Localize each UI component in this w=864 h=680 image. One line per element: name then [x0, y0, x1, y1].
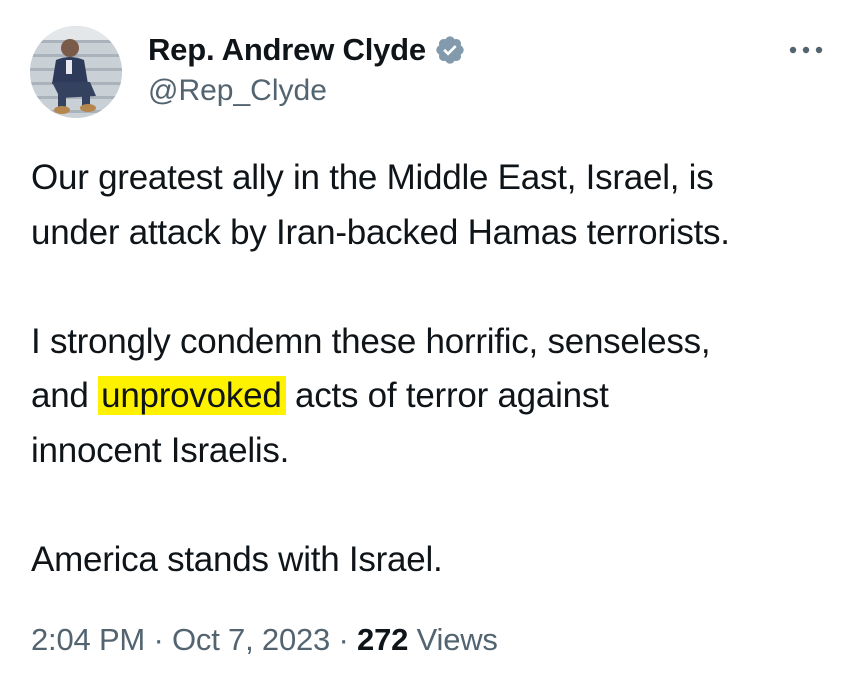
text-segment: and — [31, 376, 99, 415]
tweet-line: under attack by Iran-backed Hamas terror… — [31, 212, 730, 252]
tweet-line: innocent Israelis. — [31, 430, 290, 470]
avatar[interactable] — [30, 26, 122, 118]
tweet-line: Our greatest ally in the Middle East, Is… — [31, 158, 714, 197]
tweet-card: Rep. Andrew Clyde @Rep_Clyde Our greates… — [0, 0, 864, 680]
more-options-button[interactable] — [786, 38, 826, 62]
tweet-line: America stands with Israel. — [31, 539, 443, 579]
handle[interactable]: @Rep_Clyde — [148, 74, 466, 108]
views-count[interactable]: 272 — [357, 622, 408, 657]
meta-separator: · — [330, 622, 358, 657]
tweet-line: I strongly condemn these horrific, sense… — [31, 321, 711, 361]
display-name[interactable]: Rep. Andrew Clyde — [148, 32, 426, 68]
tweet-meta: 2:04 PM · Oct 7, 2023 · 272 Views — [31, 622, 498, 658]
verified-badge-icon[interactable] — [434, 34, 466, 66]
tweet-date[interactable]: Oct 7, 2023 — [172, 622, 330, 657]
text-segment: acts of terror against — [285, 376, 609, 415]
ellipsis-icon — [789, 46, 823, 54]
tweet-time[interactable]: 2:04 PM — [31, 622, 145, 657]
avatar-photo — [30, 26, 122, 118]
tweet-header: Rep. Andrew Clyde @Rep_Clyde — [30, 26, 834, 118]
author-names: Rep. Andrew Clyde @Rep_Clyde — [148, 30, 466, 108]
tweet-line: and unprovoked acts of terror against — [31, 369, 831, 424]
highlighted-word: unprovoked — [98, 376, 286, 415]
meta-separator: · — [145, 622, 173, 657]
tweet-text: Our greatest ally in the Middle East, Is… — [31, 151, 831, 587]
views-label: Views — [408, 622, 498, 657]
display-name-row: Rep. Andrew Clyde — [148, 30, 466, 70]
